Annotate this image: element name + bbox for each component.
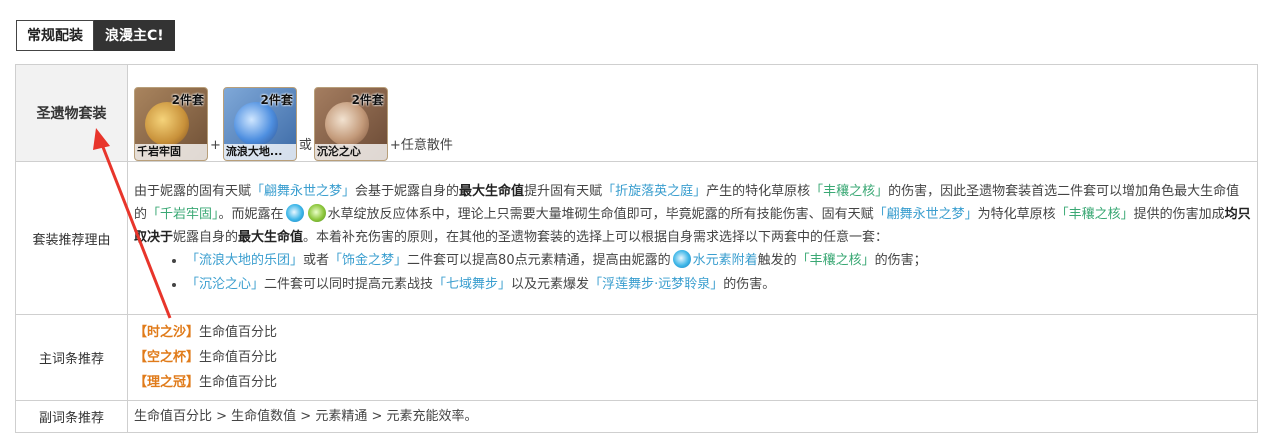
hydro-icon <box>285 203 304 222</box>
text: 触发的 <box>757 252 797 268</box>
or-text: 或 <box>298 138 312 153</box>
talent-link[interactable]: 「翩舞永世之梦」 <box>874 207 978 222</box>
text: 产生的特化草原核 <box>706 183 811 199</box>
stat-value: 生命值百分比 <box>199 325 278 340</box>
artifact-set-label: 圣遗物套装 <box>15 64 128 162</box>
text: 。而妮露在 <box>218 206 284 222</box>
artifact-set-cell: 2件套 千岩牢固 + 2件套 流浪大地... 或 2件套 沉沦之心 +任意散件 <box>127 64 1258 162</box>
text: 或者 <box>303 252 330 268</box>
main-stat-row: 【空之杯】生命值百分比 <box>134 345 1251 370</box>
bountiful-core-link[interactable]: 「丰穰之核」 <box>1056 207 1134 222</box>
reason-paragraph: 由于妮露的固有天赋「翩舞永世之梦」会基于妮露自身的最大生命值提升固有天赋「折旋落… <box>134 180 1251 249</box>
set-reason-cell: 由于妮露的固有天赋「翩舞永世之梦」会基于妮露自身的最大生命值提升固有天赋「折旋落… <box>127 161 1258 315</box>
tab-regular-build[interactable]: 常规配装 <box>16 20 94 51</box>
text: 提升固有天赋 <box>524 183 603 199</box>
text: 妮露自身的 <box>173 229 239 245</box>
list-item: 「沉沦之心」二件套可以同时提高元素战技「七域舞步」以及元素爆发「浮莲舞步·远梦聆… <box>186 273 1251 297</box>
set-name: 沉沦之心 <box>314 144 387 160</box>
tab-romantic-main-c[interactable]: 浪漫主C! <box>94 20 175 51</box>
set-badge: 2件套 <box>351 93 384 107</box>
option-list: 「流浪大地的乐团」或者「饰金之梦」二件套可以提高80点元素精通，提高由妮露的 水元… <box>134 249 1251 297</box>
artifact-card-wanderer[interactable]: 2件套 流浪大地... <box>222 87 297 161</box>
bold-text: 最大生命值 <box>459 183 525 199</box>
build-table: 圣遗物套装 2件套 千岩牢固 + 2件套 流浪大地... 或 2件套 沉沦之心 … <box>15 64 1258 433</box>
set-link[interactable]: 「千岩牢固」 <box>147 207 219 222</box>
text: 的伤害； <box>874 252 927 268</box>
hydro-attach-link[interactable]: 水元素附着 <box>693 253 758 268</box>
text: 反应体系中，理论上只需要大量堆砌生命值即可，毕竟妮露的所有技能伤害、固有天赋 <box>379 206 874 222</box>
bold-text: 最大生命值 <box>238 229 304 245</box>
slot-goblet: 【空之杯】 <box>134 350 200 365</box>
main-stat-row: 【时之沙】生命值百分比 <box>134 320 1251 345</box>
any-pieces-text: +任意散件 <box>389 138 453 153</box>
set-link[interactable]: 「饰金之梦」 <box>329 253 407 268</box>
text: 提供的伤害加成 <box>1133 206 1225 222</box>
sub-stat-cell: 生命值百分比 > 生命值数值 > 元素精通 > 元素充能效率。 <box>127 400 1258 433</box>
set-name: 千岩牢固 <box>135 144 207 160</box>
text: 会基于妮露自身的 <box>355 183 460 199</box>
bountiful-core-link[interactable]: 「丰穰之核」 <box>797 253 875 268</box>
text: 由于妮露的固有天赋 <box>134 183 252 199</box>
text: 二件套可以同时提高元素战技 <box>264 276 434 292</box>
set-link[interactable]: 「沉沦之心」 <box>186 277 264 292</box>
artifact-card-tenacity[interactable]: 2件套 千岩牢固 <box>134 87 208 161</box>
stat-value: 生命值百分比 <box>199 375 278 390</box>
reaction-text: 水草绽放 <box>327 206 380 222</box>
talent-link[interactable]: 「翩舞永世之梦」 <box>251 184 355 199</box>
plus-sign: + <box>210 138 221 153</box>
text: 为特化草原核 <box>977 206 1056 222</box>
text: 的伤害。 <box>723 276 776 292</box>
set-name: 流浪大地... <box>223 144 296 160</box>
main-stat-row: 【理之冠】生命值百分比 <box>134 370 1251 395</box>
text: 以及元素爆发 <box>511 276 590 292</box>
list-item: 「流浪大地的乐团」或者「饰金之梦」二件套可以提高80点元素精通，提高由妮露的 水元… <box>186 249 1251 273</box>
text: 二件套可以提高80点元素精通，提高由妮露的 <box>407 252 671 268</box>
slot-sands: 【时之沙】 <box>134 325 200 340</box>
main-stat-cell: 【时之沙】生命值百分比 【空之杯】生命值百分比 【理之冠】生命值百分比 <box>127 314 1258 401</box>
bountiful-core-link[interactable]: 「丰穰之核」 <box>810 184 888 199</box>
set-link[interactable]: 「流浪大地的乐团」 <box>186 253 303 268</box>
main-stat-label: 主词条推荐 <box>15 314 128 401</box>
tab-bar: 常规配装 浪漫主C! <box>16 20 175 51</box>
set-badge: 2件套 <box>171 93 204 107</box>
slot-circlet: 【理之冠】 <box>134 375 200 390</box>
stat-value: 生命值百分比 <box>199 350 278 365</box>
dendro-icon <box>307 203 326 222</box>
talent-link[interactable]: 「折旋落英之庭」 <box>602 184 706 199</box>
artifact-card-heart-of-depth[interactable]: 2件套 沉沦之心 <box>313 87 388 161</box>
sub-stat-label: 副词条推荐 <box>15 400 128 433</box>
burst-link[interactable]: 「浮莲舞步·远梦聆泉」 <box>589 277 723 292</box>
hydro-icon <box>672 249 691 268</box>
text: 。本着补充伤害的原则，在其他的圣遗物套装的选择上可以根据自身需求选择以下两套中的… <box>303 229 889 245</box>
skill-link[interactable]: 「七域舞步」 <box>433 277 511 292</box>
set-reason-label: 套装推荐理由 <box>15 161 128 315</box>
set-badge: 2件套 <box>260 93 293 107</box>
